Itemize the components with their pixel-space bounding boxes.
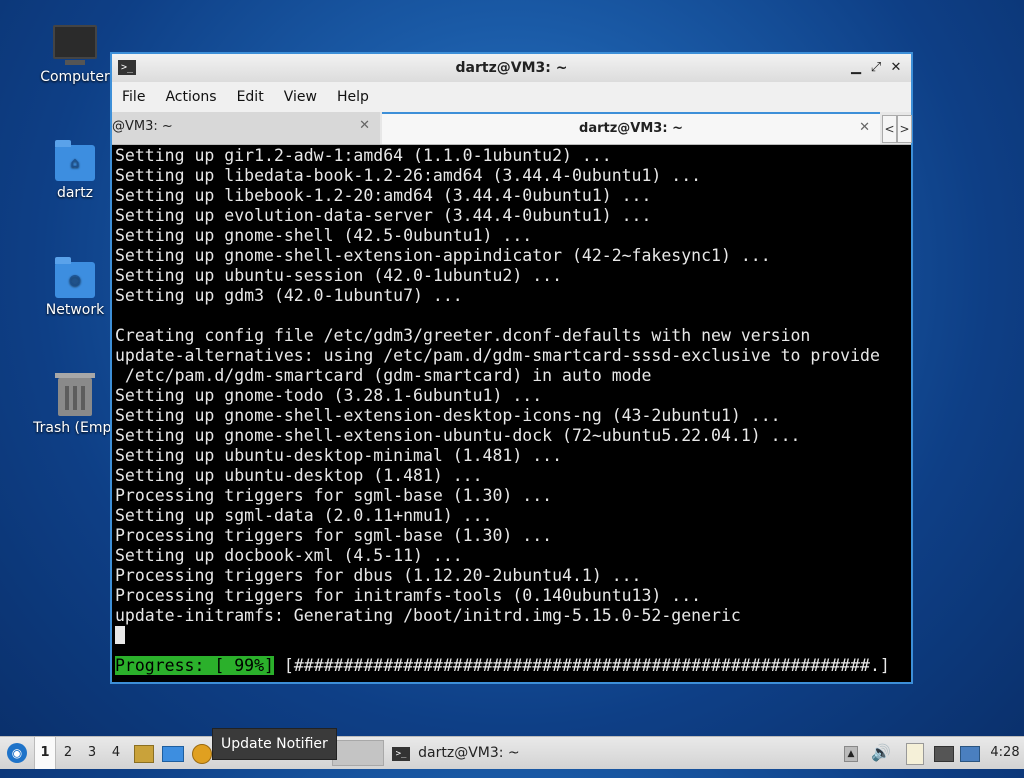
clipboard-icon[interactable]: [906, 737, 928, 769]
tab-terminal-1[interactable]: @VM3: ~ ✕: [112, 112, 380, 144]
network-folder-icon: ◍: [55, 257, 95, 298]
volume-icon[interactable]: 🔊: [870, 737, 892, 769]
tab-terminal-2[interactable]: dartz@VM3: ~ ✕: [382, 112, 880, 144]
terminal-line: update-alternatives: using /etc/pam.d/gd…: [115, 346, 880, 365]
terminal-line: update-initramfs: Generating /boot/initr…: [115, 606, 741, 625]
terminal-line: Processing triggers for initramfs-tools …: [115, 586, 702, 605]
trash-icon: [55, 373, 95, 416]
start-menu-button[interactable]: ◉: [4, 737, 30, 769]
terminal-line: Creating config file /etc/gdm3/greeter.d…: [115, 326, 811, 345]
terminal-line: Setting up gnome-todo (3.28.1-6ubuntu1) …: [115, 386, 543, 405]
taskbar: ◉ 1 2 3 4 >_ dartz@VM3: ~ ▲ 🔊 4:28: [0, 736, 1024, 769]
tab-scroll-left-button[interactable]: <: [882, 115, 897, 143]
workspace-1-button[interactable]: 1: [34, 737, 56, 769]
terminal-line: Setting up ubuntu-desktop-minimal (1.481…: [115, 446, 563, 465]
terminal-line: Processing triggers for sgml-base (1.30)…: [115, 526, 553, 545]
home-folder-icon: ⌂: [55, 140, 95, 181]
terminal-line: Setting up gnome-shell (42.5-0ubuntu1) .…: [115, 226, 533, 245]
terminal-line: Setting up docbook-xml (4.5-11) ...: [115, 546, 463, 565]
menu-file[interactable]: File: [112, 89, 155, 105]
workspace-4-button[interactable]: 4: [106, 737, 126, 769]
tray-expand-icon[interactable]: ▲: [844, 737, 858, 769]
menu-actions[interactable]: Actions: [155, 89, 226, 105]
terminal-line: Processing triggers for dbus (1.12.20-2u…: [115, 566, 642, 585]
terminal-line: Processing triggers for sgml-base (1.30)…: [115, 486, 553, 505]
terminal-line: Setting up gnome-shell-extension-ubuntu-…: [115, 426, 801, 445]
tab-close-icon[interactable]: ✕: [859, 120, 870, 135]
progress-bar: [#######################################…: [273, 656, 890, 675]
tab-label: @VM3: ~: [112, 119, 173, 134]
terminal-line: Setting up ubuntu-desktop (1.481) ...: [115, 466, 483, 485]
terminal-output[interactable]: Setting up gir1.2-adw-1:amd64 (1.1.0-1ub…: [114, 146, 909, 680]
tab-close-icon[interactable]: ✕: [359, 118, 370, 133]
terminal-window: >_ dartz@VM3: ~ ▁ ⤢ ✕ File Actions Edit …: [110, 52, 913, 684]
tab-bar: @VM3: ~ ✕ dartz@VM3: ~ ✕ < >: [112, 112, 912, 145]
menu-help[interactable]: Help: [327, 89, 379, 105]
file-manager-icon[interactable]: [134, 737, 156, 769]
show-desktop-icon[interactable]: [162, 737, 184, 769]
update-notifier-tooltip: Update Notifier: [212, 728, 337, 760]
terminal-line: Setting up libebook-1.2-20:amd64 (3.44.4…: [115, 186, 652, 205]
close-button[interactable]: ✕: [887, 59, 905, 77]
computer-icon: [53, 25, 97, 65]
terminal-line: Setting up gir1.2-adw-1:amd64 (1.1.0-1ub…: [115, 146, 612, 165]
task-terminal[interactable]: >_ dartz@VM3: ~: [392, 737, 542, 769]
terminal-line: Setting up libedata-book-1.2-26:amd64 (3…: [115, 166, 702, 185]
menu-view[interactable]: View: [274, 89, 327, 105]
task-label: dartz@VM3: ~: [418, 745, 520, 761]
tab-scroll-right-button[interactable]: >: [897, 115, 912, 143]
clock[interactable]: 4:28: [988, 737, 1022, 769]
menu-edit[interactable]: Edit: [227, 89, 274, 105]
update-tray-icon[interactable]: [960, 737, 982, 769]
terminal-line: Setting up gnome-shell-extension-appindi…: [115, 246, 771, 265]
workspace-3-button[interactable]: 3: [82, 737, 102, 769]
update-notifier-icon[interactable]: [192, 737, 214, 769]
minimize-button[interactable]: ▁: [847, 59, 865, 77]
terminal-line: Setting up gnome-shell-extension-desktop…: [115, 406, 781, 425]
terminal-cursor: [115, 626, 125, 644]
progress-line: Progress: [ 99%] [######################…: [114, 656, 909, 676]
terminal-line: Setting up sgml-data (2.0.11+nmu1) ...: [115, 506, 493, 525]
window-title: dartz@VM3: ~: [455, 60, 568, 76]
menu-bar: File Actions Edit View Help: [112, 82, 911, 112]
terminal-line: Setting up evolution-data-server (3.44.4…: [115, 206, 652, 225]
lubuntu-logo-icon: ◉: [7, 743, 27, 763]
terminal-line: /etc/pam.d/gdm-smartcard (gdm-smartcard)…: [115, 366, 652, 385]
maximize-button[interactable]: ⤢: [867, 59, 885, 77]
terminal-line: Setting up gdm3 (42.0-1ubuntu7) ...: [115, 286, 463, 305]
progress-label: Progress: [ 99%]: [115, 656, 274, 675]
terminal-app-icon: >_: [392, 746, 410, 761]
tab-label: dartz@VM3: ~: [579, 121, 683, 136]
task-hidden-app[interactable]: [332, 740, 384, 766]
window-titlebar[interactable]: >_ dartz@VM3: ~ ▁ ⤢ ✕: [112, 54, 911, 82]
terminal-line: Setting up ubuntu-session (42.0-1ubuntu2…: [115, 266, 563, 285]
workspace-2-button[interactable]: 2: [58, 737, 78, 769]
terminal-cursor-line: [114, 626, 909, 646]
network-tray-icon[interactable]: [934, 737, 956, 769]
